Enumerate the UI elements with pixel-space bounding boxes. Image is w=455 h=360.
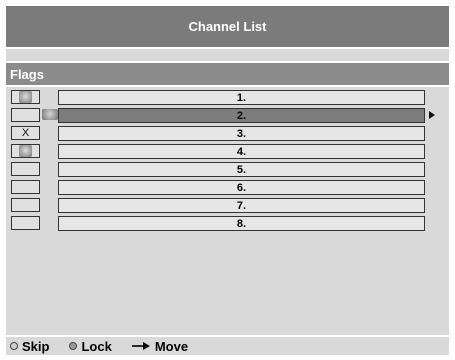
legend-skip: Skip <box>10 339 49 354</box>
lock-icon <box>69 342 78 350</box>
channel-row-7[interactable]: 7. <box>6 197 449 214</box>
move-label: Move <box>154 338 189 354</box>
channel-row-4[interactable]: 4. <box>6 143 449 160</box>
channel-field-1[interactable]: 1. <box>58 90 425 105</box>
channel-row-6[interactable]: 6. <box>6 179 449 196</box>
channel-row-5[interactable]: 5. <box>6 161 449 178</box>
flag-box-5[interactable] <box>11 162 40 176</box>
flag-box-3[interactable]: X <box>11 126 40 140</box>
footer-legend: Skip Lock Move <box>6 335 449 355</box>
channel-row-3[interactable]: X 3. <box>6 125 449 142</box>
channel-label: 7. <box>236 199 247 212</box>
channel-label: 3. <box>236 127 247 140</box>
flag-box-4[interactable] <box>11 144 40 158</box>
flag-box-1[interactable] <box>11 90 40 104</box>
flags-header: Flags <box>6 61 449 87</box>
channel-list-panel: Channel List Flags 1. 2. X 3. 4. 5. 6. 7… <box>6 6 449 355</box>
skip-icon <box>10 342 18 350</box>
arrow-right-icon <box>131 342 150 350</box>
channel-field-6[interactable]: 6. <box>58 180 425 195</box>
flags-label: Flags <box>10 66 44 82</box>
flag-box-7[interactable] <box>11 198 40 212</box>
channel-field-7[interactable]: 7. <box>58 198 425 213</box>
channel-label: 1. <box>236 91 247 104</box>
lock-label: Lock <box>81 338 112 354</box>
lock-icon <box>19 145 32 157</box>
channel-label: 2. <box>236 109 247 122</box>
flag-box-6[interactable] <box>11 180 40 194</box>
skip-icon <box>19 91 32 103</box>
channel-label: 4. <box>236 145 247 158</box>
channel-label: 5. <box>236 163 247 176</box>
channel-label: 6. <box>236 181 247 194</box>
window-title: Channel List <box>6 6 449 49</box>
channel-label: 8. <box>236 217 247 230</box>
channel-field-8[interactable]: 8. <box>58 216 425 231</box>
channel-field-4[interactable]: 4. <box>58 144 425 159</box>
flag-box-8[interactable] <box>11 216 40 230</box>
skip-icon <box>42 109 58 120</box>
channel-field-5[interactable]: 5. <box>58 162 425 177</box>
flag-text: X <box>21 127 30 139</box>
legend-lock: Lock <box>69 338 112 354</box>
channel-field-3[interactable]: 3. <box>58 126 425 141</box>
channel-row-1[interactable]: 1. <box>6 89 449 106</box>
channel-row-8[interactable]: 8. <box>6 215 449 232</box>
page-title: Channel List <box>188 19 267 34</box>
legend-move: Move <box>131 338 189 354</box>
flag-box-2[interactable] <box>11 108 40 122</box>
selection-pointer-icon <box>429 111 435 119</box>
skip-label: Skip <box>22 338 50 354</box>
channel-field-2[interactable]: 2. <box>58 108 425 123</box>
channel-row-2[interactable]: 2. <box>6 107 449 124</box>
